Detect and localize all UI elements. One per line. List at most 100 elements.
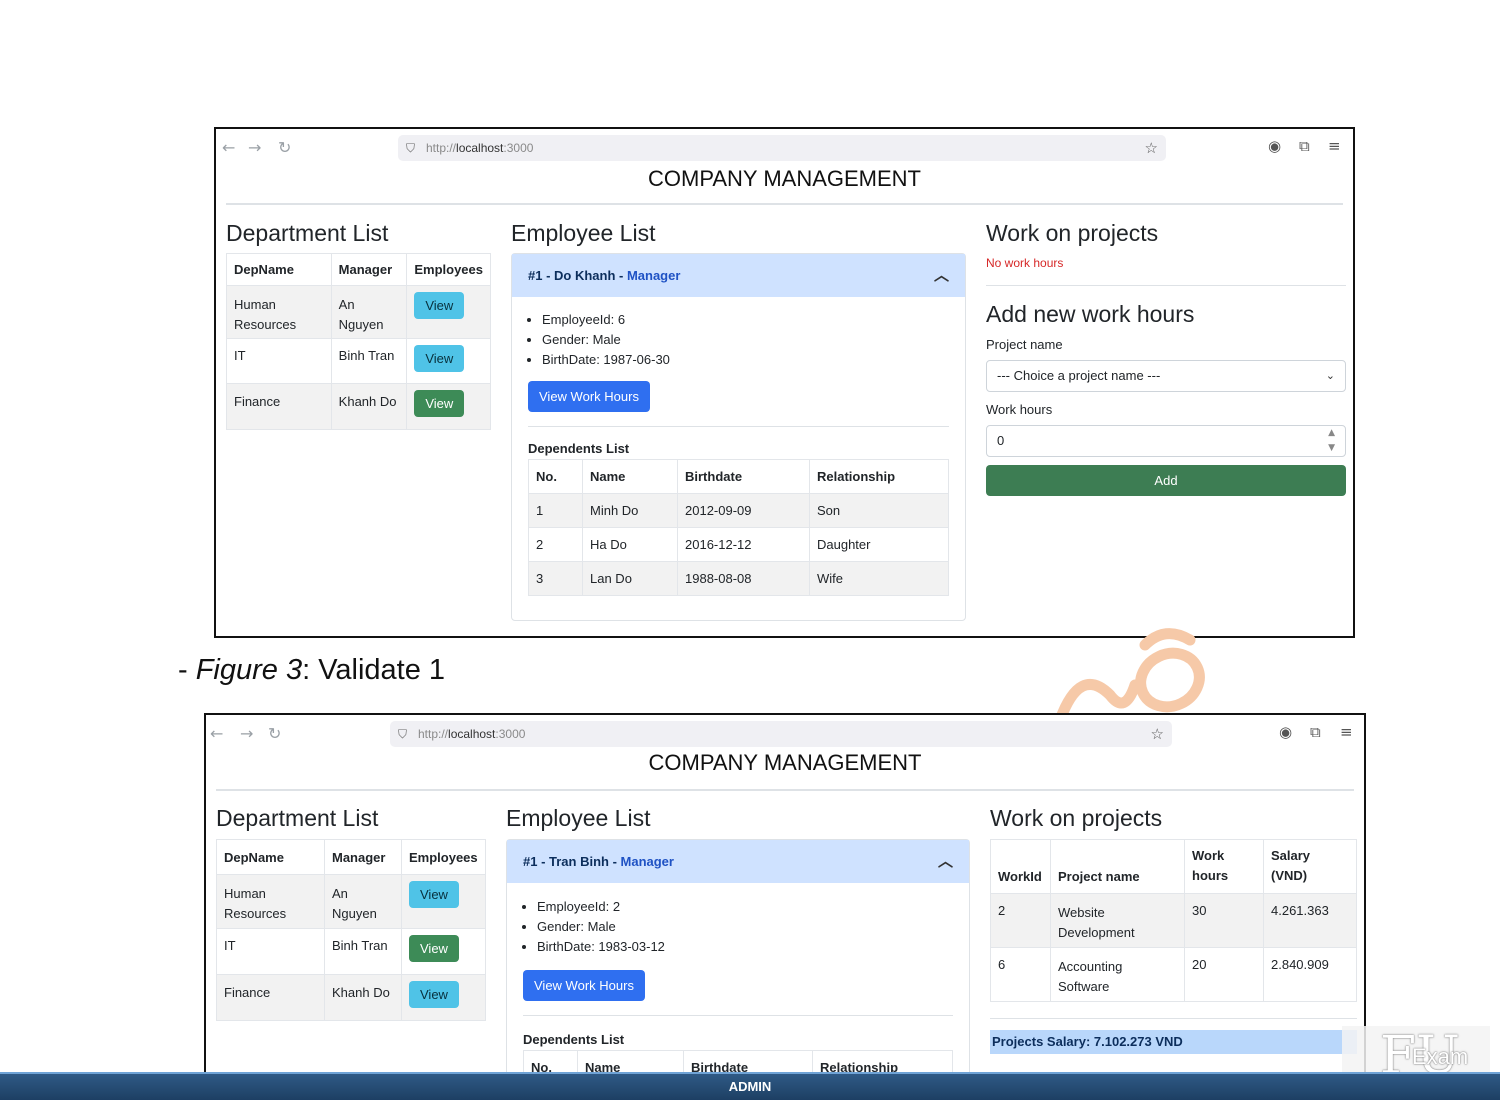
work-hours: 30 (1184, 893, 1264, 948)
browser-toolbar: ← → ↻ ⛉ http://localhost:3000 ☆ ◉ ⧉ ≡ (216, 129, 1353, 165)
dep-name: Human (224, 886, 266, 901)
address-bar[interactable]: ⛉ http://localhost:3000 ☆ (390, 721, 1172, 747)
cell: Daughter (809, 527, 949, 562)
reload-icon[interactable]: ↻ (278, 138, 291, 157)
address-bar[interactable]: ⛉ http://localhost:3000 ☆ (398, 135, 1166, 161)
view-button[interactable]: View (414, 390, 465, 417)
employee-accordion: #1 - Do Khanh - Manager ︿ EmployeeId: 6 … (511, 253, 966, 621)
bookmark-star-icon[interactable]: ☆ (1145, 135, 1158, 161)
employee-role: Manager (626, 268, 681, 283)
manager-name: Binh Tran (324, 928, 402, 975)
column-header: Salary (1271, 848, 1311, 863)
employee-gender: Gender: Male (537, 917, 665, 937)
stepper-icon[interactable]: ▲ ▼ (1328, 426, 1335, 456)
cell: 2016-12-12 (677, 527, 810, 562)
manager-name: Khanh Do (324, 974, 402, 1021)
accordion-header[interactable]: #1 - Tran Binh - Manager ︿ (507, 840, 969, 883)
column-header: DepName (226, 253, 332, 286)
column-header: Project name (1058, 869, 1140, 884)
menu-icon[interactable]: ≡ (1340, 723, 1353, 741)
title-divider (226, 203, 1343, 205)
employee-list-title: Employee List (511, 220, 656, 246)
table-row: Human Resources An Nguyen View (216, 874, 486, 929)
no-work-hours-message: No work hours (986, 256, 1064, 270)
view-button[interactable]: View (414, 292, 465, 319)
column-header: Work (1192, 848, 1225, 863)
footer-label: ADMIN (728, 1079, 772, 1094)
dependents-table: No. Name Birthdate Relationship 1 Minh D… (528, 459, 949, 596)
view-work-hours-button[interactable]: View Work Hours (528, 381, 650, 412)
title-divider (216, 789, 1354, 791)
department-table: DepName Manager Employees Human Resources… (226, 253, 491, 430)
add-work-hours-title: Add new work hours (986, 301, 1195, 327)
dep-name: Finance (216, 974, 325, 1021)
back-icon[interactable]: ← (222, 138, 235, 157)
project-name-select[interactable]: --- Choice a project name --- ⌄ (986, 360, 1346, 392)
forward-icon[interactable]: → (240, 724, 253, 743)
view-button[interactable]: View (409, 981, 459, 1008)
divider (986, 285, 1346, 286)
forward-icon[interactable]: → (248, 138, 261, 157)
dep-name: Finance (226, 383, 332, 430)
work-hours-label: Work hours (986, 402, 1053, 417)
column-header: WorkId (998, 869, 1042, 884)
employee-id: EmployeeId: 2 (537, 897, 665, 917)
back-icon[interactable]: ← (210, 724, 223, 743)
browser-window-figure-2: ← → ↻ ⛉ http://localhost:3000 ☆ ◉ ⧉ ≡ CO… (204, 713, 1366, 1093)
extensions-icon[interactable]: ⧉ (1310, 723, 1321, 741)
project-name: Website (1058, 905, 1105, 920)
column-header: Employees (401, 839, 486, 875)
caption-figure: Figure 3 (195, 654, 303, 686)
extensions-icon[interactable]: ⧉ (1299, 137, 1310, 155)
account-icon[interactable]: ◉ (1268, 137, 1281, 155)
add-button[interactable]: Add (986, 465, 1346, 496)
cell: Minh Do (582, 493, 678, 528)
accordion-header[interactable]: #1 - Do Khanh - Manager ︿ (512, 254, 965, 297)
manager-name: Nguyen (332, 906, 377, 921)
caption-suffix: : Validate 1 (302, 654, 446, 686)
chevron-up-icon[interactable]: ︿ (938, 840, 953, 883)
app-title: COMPANY MANAGEMENT (648, 750, 922, 775)
employee-birthdate: BirthDate: 1983-03-12 (537, 937, 665, 957)
employee-gender: Gender: Male (542, 330, 670, 350)
table-row: IT Binh Tran View (216, 928, 486, 975)
column-header: No. (528, 459, 583, 494)
url-prefix: http:// (418, 727, 449, 741)
url-host: localhost (448, 727, 496, 741)
work-id: 6 (990, 947, 1051, 1002)
work-hours-input[interactable]: 0 ▲ ▼ (986, 425, 1346, 457)
work-hours: 20 (1184, 947, 1264, 1002)
reload-icon[interactable]: ↻ (268, 724, 281, 743)
view-button[interactable]: View (414, 345, 465, 372)
account-icon[interactable]: ◉ (1279, 723, 1292, 741)
view-button[interactable]: View (409, 935, 459, 962)
employee-heading: #1 - Tran Binh - (523, 854, 621, 869)
table-row: 1 Minh Do 2012-09-09 Son (528, 493, 949, 528)
column-header: DepName (216, 839, 325, 875)
column-header: (VND) (1271, 868, 1308, 883)
table-row: 2 Ha Do 2016-12-12 Daughter (528, 527, 949, 562)
table-row: 2 Website Development 30 4.261.363 (990, 893, 1357, 948)
view-work-hours-button[interactable]: View Work Hours (523, 970, 645, 1001)
browser-toolbar: ← → ↻ ⛉ http://localhost:3000 ☆ ◉ ⧉ ≡ (206, 715, 1364, 751)
browser-window-figure-1: ← → ↻ ⛉ http://localhost:3000 ☆ ◉ ⧉ ≡ CO… (214, 127, 1355, 638)
table-row: 3 Lan Do 1988-08-08 Wife (528, 561, 949, 596)
manager-name: An (338, 297, 355, 312)
column-header: Birthdate (677, 459, 810, 494)
projects-salary-total: Projects Salary: 7.102.273 VND (990, 1030, 1357, 1054)
dep-name: Resources (234, 317, 297, 332)
manager-name: Nguyen (338, 317, 384, 332)
admin-footer-bar: ADMIN (0, 1072, 1500, 1100)
salary: 4.261.363 (1263, 893, 1357, 948)
menu-icon[interactable]: ≡ (1328, 137, 1341, 155)
employee-id: EmployeeId: 6 (542, 310, 670, 330)
chevron-up-icon[interactable]: ︿ (934, 254, 949, 297)
url-host: localhost (456, 141, 504, 155)
table-row: IT Binh Tran View (226, 338, 491, 384)
view-button[interactable]: View (409, 881, 459, 908)
url-prefix: http:// (426, 141, 457, 155)
dep-name: Resources (224, 906, 287, 921)
app-title: COMPANY MANAGEMENT (648, 166, 921, 191)
column-header: Relationship (809, 459, 949, 494)
bookmark-star-icon[interactable]: ☆ (1151, 721, 1164, 747)
